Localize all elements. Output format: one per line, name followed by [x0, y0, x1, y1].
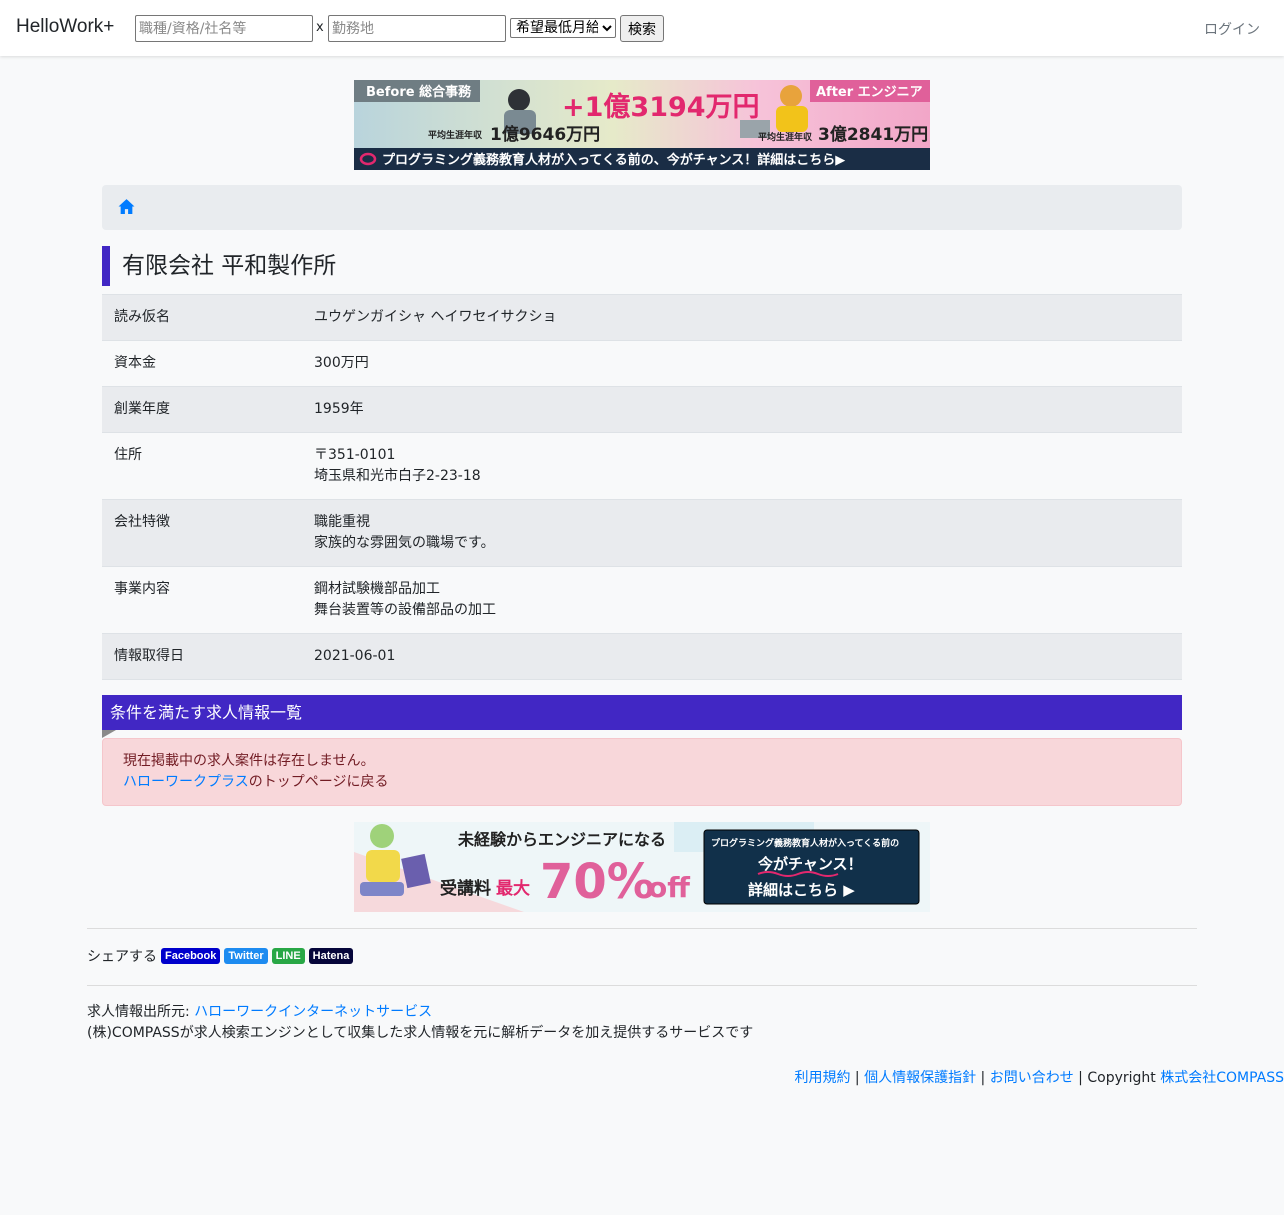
- divider: [87, 928, 1197, 929]
- info-value: 〒351-0101 埼玉県和光市白子2-23-18: [302, 433, 1182, 500]
- svg-text:3億2841万円: 3億2841万円: [818, 124, 928, 145]
- info-value: 300万円: [302, 341, 1182, 387]
- info-value-line: 300万円: [314, 355, 369, 371]
- svg-text:未経験からエンジニアになる: 未経験からエンジニアになる: [457, 830, 666, 849]
- location-input[interactable]: [328, 15, 506, 42]
- footer-separator: |: [976, 1070, 990, 1086]
- info-value-line: 2021-06-01: [314, 648, 396, 664]
- svg-text:今がチャンス！: 今がチャンス！: [757, 855, 863, 873]
- svg-text:+1億3194万円: +1億3194万円: [562, 92, 760, 123]
- top-page-link[interactable]: ハローワークプラス: [123, 774, 249, 790]
- service-note: (株)COMPASSが求人検索エンジンとして収集した求人情報を元に解析データを加…: [87, 1025, 754, 1041]
- login-link[interactable]: ログイン: [1204, 19, 1260, 39]
- navbar: HelloWork+ x 希望最低月給 検索 ログイン: [0, 0, 1284, 56]
- info-row: 住所 〒351-0101 埼玉県和光市白子2-23-18: [102, 432, 1182, 500]
- info-value-line: 1959年: [314, 401, 364, 417]
- svg-text:After エンジニア: After エンジニア: [816, 85, 923, 100]
- svg-text:Before 総合事務: Before 総合事務: [366, 84, 472, 100]
- info-row: 創業年度 1959年: [102, 386, 1182, 433]
- info-row: 読み仮名 ユウゲンガイシャ ヘイワセイサクショ: [102, 294, 1182, 341]
- info-value-line: 家族的な雰囲気の職場です。: [314, 535, 495, 551]
- copyright-text: Copyright: [1087, 1070, 1161, 1086]
- info-value: 1959年: [302, 387, 1182, 433]
- info-value: 職能重視家族的な雰囲気の職場です。: [302, 500, 1182, 567]
- share-facebook-button[interactable]: Facebook: [161, 948, 221, 964]
- top-link-suffix: のトップページに戻る: [248, 774, 389, 790]
- svg-text:詳細はこちら ▶: 詳細はこちら ▶: [748, 881, 855, 899]
- times-separator: x: [316, 20, 324, 35]
- no-jobs-message: 現在掲載中の求人案件は存在しません。: [123, 753, 375, 769]
- info-value-line: 鋼材試験機部品加工: [314, 581, 440, 597]
- info-value-line: 舞台装置等の設備部品の加工: [314, 602, 496, 618]
- info-label: 事業内容: [114, 581, 170, 597]
- info-value: ユウゲンガイシャ ヘイワセイサクショ: [302, 295, 1182, 341]
- share-twitter-button[interactable]: Twitter: [224, 948, 268, 964]
- info-value-line: 職能重視: [314, 514, 370, 530]
- info-value-line: ユウゲンガイシャ ヘイワセイサクショ: [314, 309, 557, 325]
- privacy-link[interactable]: 個人情報保護指針: [864, 1070, 976, 1086]
- info-label: 読み仮名: [114, 309, 170, 325]
- keyword-input[interactable]: [135, 15, 313, 42]
- top-ad-banner[interactable]: Before 総合事務 After エンジニア +1億3194万円 平均生涯年収…: [354, 80, 930, 170]
- info-value: 鋼材試験機部品加工舞台装置等の設備部品の加工: [302, 567, 1182, 634]
- footer-separator: |: [850, 1070, 865, 1086]
- terms-link[interactable]: 利用規約: [794, 1070, 850, 1086]
- salary-select[interactable]: 希望最低月給: [510, 18, 616, 38]
- svg-text:70%: 70%: [540, 854, 655, 910]
- brand-logo[interactable]: HelloWork+: [16, 16, 114, 38]
- source-info: 求人情報出所元: ハローワークインターネットサービス (株)COMPASSが求人…: [87, 1002, 753, 1044]
- company-link[interactable]: 株式会社COMPASS: [1160, 1070, 1284, 1086]
- divider: [87, 985, 1197, 986]
- svg-text:平均生涯年収: 平均生涯年収: [758, 131, 813, 143]
- home-icon[interactable]: [118, 198, 135, 215]
- company-info-table: 読み仮名 ユウゲンガイシャ ヘイワセイサクショ資本金 300万円創業年度 1959年住…: [102, 294, 1182, 680]
- info-label: 住所: [114, 447, 142, 463]
- svg-text:最大: 最大: [496, 878, 530, 899]
- svg-text:平均生涯年収: 平均生涯年収: [428, 129, 483, 141]
- info-value-line: 埼玉県和光市白子2-23-18: [314, 468, 481, 484]
- share-label: シェアする: [87, 949, 157, 965]
- search-button[interactable]: 検索: [620, 15, 664, 42]
- info-label: 資本金: [114, 355, 156, 371]
- info-label: 創業年度: [114, 401, 170, 417]
- share-hatena-button[interactable]: Hatena: [308, 948, 354, 964]
- company-name-title: 有限会社 平和製作所: [102, 246, 336, 286]
- share-bar: シェアする Facebook Twitter LINE Hatena: [87, 946, 354, 966]
- info-label: 情報取得日: [114, 648, 184, 664]
- top-ad-graphic: Before 総合事務 After エンジニア +1億3194万円 平均生涯年収…: [354, 80, 930, 170]
- bottom-ad-banner[interactable]: 未経験からエンジニアになる 受講料 最大 70% off プログラミング義務教育…: [354, 822, 930, 912]
- svg-text:受講料: 受講料: [440, 878, 491, 899]
- svg-text:1億9646万円: 1億9646万円: [490, 124, 600, 145]
- hellowork-internet-link[interactable]: ハローワークインターネットサービス: [194, 1004, 432, 1020]
- info-value: 2021-06-01: [302, 634, 1182, 680]
- info-row: 情報取得日 2021-06-01: [102, 633, 1182, 680]
- no-jobs-alert: 現在掲載中の求人案件は存在しません。 ハローワークプラスのトップページに戻る: [102, 738, 1182, 806]
- svg-text:プログラミング義務教育人材が入ってくる前の、今がチャンス！詳: プログラミング義務教育人材が入ってくる前の、今がチャンス！詳細はこちら▶: [382, 152, 845, 168]
- info-row: 資本金 300万円: [102, 340, 1182, 387]
- info-value-line: 〒351-0101: [314, 447, 396, 463]
- info-row: 会社特徴 職能重視家族的な雰囲気の職場です。: [102, 499, 1182, 567]
- svg-text:off: off: [648, 871, 690, 904]
- svg-text:プログラミング義務教育人材が入ってくる前の: プログラミング義務教育人材が入ってくる前の: [711, 837, 899, 849]
- source-prefix: 求人情報出所元:: [87, 1004, 195, 1020]
- info-label: 会社特徴: [114, 514, 170, 530]
- heading-ribbon-tail: [102, 730, 116, 738]
- footer-links: 利用規約 | 個人情報保護指針 | お問い合わせ | Copyright 株式会…: [794, 1067, 1284, 1087]
- bottom-ad-graphic: 未経験からエンジニアになる 受講料 最大 70% off プログラミング義務教育…: [354, 822, 930, 912]
- jobs-section-heading: 条件を満たす求人情報一覧: [102, 695, 1182, 730]
- footer-separator: |: [1073, 1070, 1088, 1086]
- contact-link[interactable]: お問い合わせ: [990, 1070, 1074, 1086]
- info-row: 事業内容 鋼材試験機部品加工舞台装置等の設備部品の加工: [102, 566, 1182, 634]
- breadcrumb: [102, 185, 1182, 230]
- share-line-button[interactable]: LINE: [271, 948, 305, 964]
- back-to-top-line: ハローワークプラスのトップページに戻る: [123, 772, 1161, 793]
